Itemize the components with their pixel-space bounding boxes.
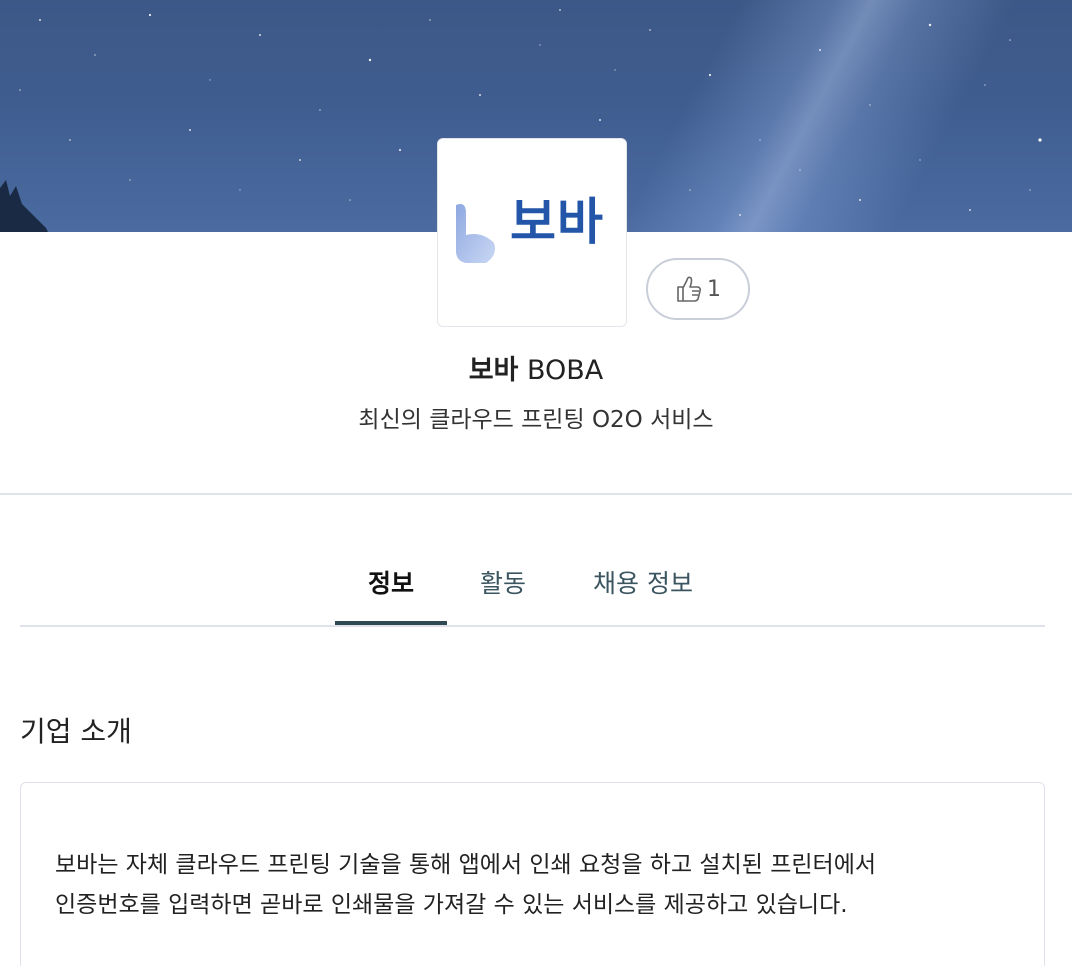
tab-info[interactable]: 정보 (368, 564, 414, 600)
logo-wordmark: 보바 (510, 193, 604, 251)
company-tagline: 최신의 클라우드 프린팅 O2O 서비스 (358, 407, 714, 433)
company-name-ko: 보바 (468, 355, 519, 386)
intro-text: 보바는 자체 클라우드 프린팅 기술을 통해 앱에서 인쇄 요청을 하고 설치된… (55, 845, 1005, 925)
header-divider (0, 493, 1072, 495)
company-name-en: BOBA (526, 355, 604, 386)
tab-bar: 정보 활동 채용 정보 (20, 540, 1045, 627)
like-button[interactable]: 1 (646, 258, 750, 320)
company-name: 보바 BOBA (0, 348, 1072, 387)
active-tab-indicator (335, 621, 447, 625)
company-page: 보바 1 보바 BOBA 최신의 클라우드 프린팅 O2O 서비스 정보 활동 … (0, 0, 1072, 966)
tab-jobs[interactable]: 채용 정보 (593, 564, 693, 600)
like-count: 1 (707, 276, 721, 302)
intro-line: 보바는 자체 클라우드 프린팅 기술을 통해 앱에서 인쇄 요청을 하고 설치된… (55, 852, 877, 878)
boba-logo-icon (456, 204, 495, 263)
company-logo: 보바 (437, 138, 627, 327)
section-title-intro: 기업 소개 (20, 715, 132, 748)
intro-line: 인증번호를 입력하면 곧바로 인쇄물을 가져갈 수 있는 서비스를 제공하고 있… (55, 892, 848, 918)
thumbs-up-icon (677, 276, 702, 302)
tab-activity[interactable]: 활동 (480, 564, 526, 600)
intro-card: 보바는 자체 클라우드 프린팅 기술을 통해 앱에서 인쇄 요청을 하고 설치된… (20, 782, 1045, 966)
